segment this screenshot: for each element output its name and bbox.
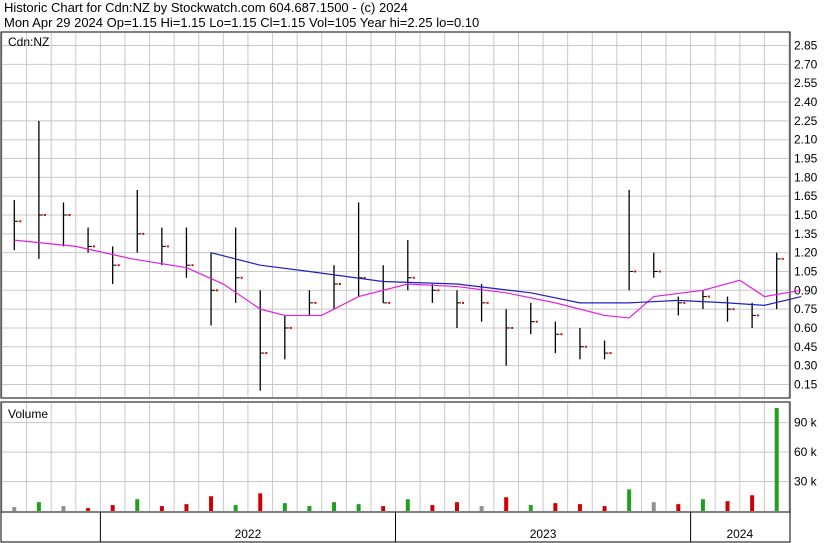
close-dot — [289, 326, 292, 329]
price-tick-label: 1.50 — [794, 208, 818, 222]
close-dot — [437, 289, 440, 292]
volume-bar — [12, 507, 17, 511]
volume-bar — [430, 505, 435, 511]
price-volume-chart: Cdn:NZ Volume 2.85 2.70 2.55 2.40 2.25 2.10 1.… — [0, 31, 818, 543]
volume-axis: 90 k 60 k 30 k — [794, 416, 818, 489]
volume-bar — [135, 499, 140, 511]
close-dot — [68, 214, 71, 216]
close-dot — [314, 301, 317, 304]
price-tick-label: 1.05 — [794, 264, 818, 278]
volume-bar — [405, 499, 410, 511]
price-tick-label: 2.55 — [794, 76, 818, 90]
volume-bar — [209, 496, 214, 511]
close-dot — [43, 214, 46, 216]
close-dot — [511, 326, 514, 329]
close-dot — [658, 270, 661, 273]
volume-bar — [676, 504, 681, 511]
price-tick-label: 1.20 — [794, 246, 818, 260]
volume-panel-label: Volume — [8, 407, 48, 421]
volume-bar — [307, 506, 312, 511]
grid-lines — [1, 33, 790, 511]
year-label: 2024 — [726, 527, 753, 541]
volume-bar — [528, 505, 533, 511]
volume-bar — [651, 502, 656, 511]
close-dot — [388, 301, 391, 304]
volume-bar — [332, 502, 337, 511]
volume-bar — [61, 506, 66, 511]
price-tick-label: 2.40 — [794, 95, 818, 109]
volume-bar — [627, 489, 632, 511]
volume-bar — [553, 503, 558, 511]
close-dot — [191, 264, 194, 267]
close-dot — [412, 276, 415, 279]
close-dot — [461, 301, 464, 304]
price-axis: 2.85 2.70 2.55 2.40 2.25 2.10 1.95 1.80 1.65 1.50… — [794, 39, 818, 392]
price-tick-label: 2.10 — [794, 133, 818, 147]
close-dot — [683, 301, 686, 304]
close-dot — [117, 264, 120, 267]
volume-tick-label: 30 k — [794, 475, 818, 489]
price-tick-label: 1.80 — [794, 170, 818, 184]
volume-bar — [454, 502, 459, 511]
volume-bar — [356, 504, 361, 511]
price-tick-label: 0.15 — [794, 377, 818, 391]
close-dot — [781, 257, 784, 260]
time-axis: 2022 2023 2024 — [99, 512, 753, 542]
volume-bar — [110, 505, 115, 511]
volume-bar — [184, 504, 189, 511]
volume-bar — [577, 504, 582, 511]
volume-tick-label: 60 k — [794, 445, 818, 459]
price-tick-label: 1.35 — [794, 227, 818, 241]
close-dot — [19, 220, 22, 223]
volume-bar — [233, 505, 238, 511]
close-dot — [142, 232, 145, 235]
price-tick-label: 1.65 — [794, 189, 818, 203]
close-dot — [609, 352, 612, 355]
volume-bar — [504, 497, 509, 511]
volume-bar — [479, 506, 484, 511]
volume-bar — [282, 503, 287, 511]
close-dot — [166, 245, 169, 248]
close-dot — [216, 289, 219, 292]
close-dot — [339, 283, 342, 286]
price-tick-label: 0.90 — [794, 283, 818, 297]
price-tick-label: 2.85 — [794, 39, 818, 53]
price-tick-label: 2.70 — [794, 57, 818, 71]
volume-bar — [159, 506, 164, 511]
volume-bar — [381, 506, 386, 511]
close-dot — [757, 314, 760, 317]
close-dot — [240, 276, 243, 279]
volume-bar — [725, 501, 730, 511]
volume-bar — [700, 499, 705, 511]
price-tick-label: 0.75 — [794, 302, 818, 316]
close-dot — [560, 333, 563, 336]
year-label: 2022 — [235, 527, 262, 541]
close-dot — [584, 345, 587, 348]
volume-bar — [86, 508, 91, 511]
year-label: 2023 — [530, 527, 557, 541]
price-tick-label: 0.60 — [794, 321, 818, 335]
close-dot — [486, 301, 489, 304]
close-dot — [732, 308, 735, 311]
close-dot — [707, 295, 710, 298]
price-tick-label: 1.95 — [794, 152, 818, 166]
volume-bar — [36, 502, 41, 511]
close-dot — [535, 320, 538, 323]
close-dot — [265, 352, 268, 355]
volume-bar — [774, 407, 779, 511]
price-tick-label: 2.25 — [794, 114, 818, 128]
volume-bar — [602, 506, 607, 511]
long-moving-average-line — [210, 252, 802, 306]
price-tick-label: 0.45 — [794, 340, 818, 354]
volume-bar — [258, 493, 263, 511]
price-bars — [13, 120, 784, 391]
price-panel-label: Cdn:NZ — [8, 35, 49, 49]
close-dot — [93, 245, 96, 248]
close-dot — [634, 270, 637, 273]
volume-bar — [750, 495, 755, 511]
volume-tick-label: 90 k — [794, 416, 818, 430]
price-tick-label: 0.30 — [794, 359, 818, 373]
